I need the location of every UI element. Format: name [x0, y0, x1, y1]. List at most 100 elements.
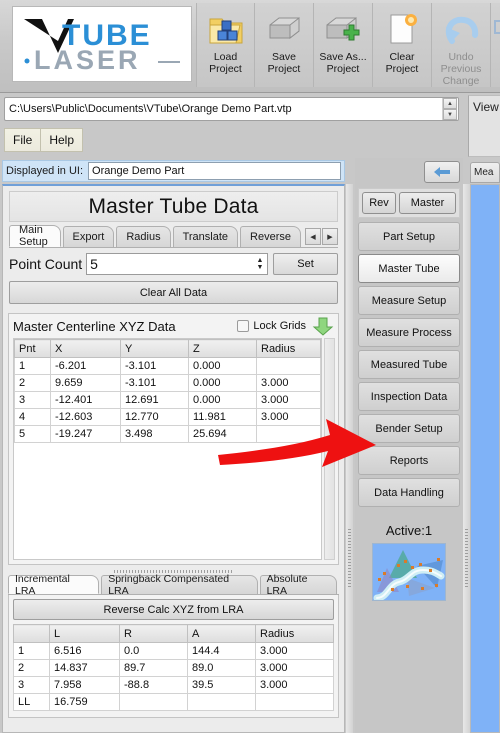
tab-scroll-left-icon[interactable]: ◀ — [305, 228, 321, 245]
cell-y[interactable]: -3.101 — [121, 375, 189, 392]
cell-a[interactable]: 144.4 — [188, 643, 256, 660]
cell-z[interactable]: 0.000 — [189, 358, 257, 375]
viewport-tab[interactable]: Mea — [470, 162, 500, 183]
path-spinner[interactable]: ▲ ▼ — [442, 98, 457, 120]
path-spin-up-icon[interactable]: ▲ — [443, 98, 457, 109]
cell-radius[interactable]: 3.000 — [256, 677, 334, 694]
master-button[interactable]: Master — [399, 192, 456, 214]
3d-viewport[interactable] — [470, 184, 500, 733]
cell-radius[interactable] — [256, 694, 334, 711]
table-row[interactable]: 3 -12.401 12.691 0.000 3.000 — [15, 392, 321, 409]
cell-l[interactable]: 14.837 — [50, 660, 120, 677]
clear-all-data-button[interactable]: Clear All Data — [9, 281, 338, 304]
cell-x[interactable]: -12.603 — [51, 409, 121, 426]
tab-radius[interactable]: Radius — [116, 226, 170, 247]
cell-a[interactable] — [188, 694, 256, 711]
toolbar-overflow-button[interactable] — [491, 3, 500, 87]
point-count-value[interactable]: 5 — [87, 256, 253, 272]
save-as-project-button[interactable]: Save As...Project — [314, 3, 373, 87]
table-row[interactable]: 2 9.659 -3.101 0.000 3.000 — [15, 375, 321, 392]
cell-pnt[interactable]: 4 — [15, 409, 51, 426]
xyz-grid[interactable]: Pnt X Y Z Radius 1 -6.201 -3.101 0.000 — [13, 338, 322, 560]
tab-reverse[interactable]: Reverse — [240, 226, 301, 247]
cell-z[interactable]: 0.000 — [189, 392, 257, 409]
table-row[interactable]: 3 7.958 -88.8 39.5 3.000 — [14, 677, 334, 694]
point-count-field[interactable]: 5 ▲ ▼ — [86, 253, 268, 275]
cell-r[interactable]: -88.8 — [120, 677, 188, 694]
cell-radius[interactable]: 3.000 — [256, 660, 334, 677]
table-row[interactable]: 1 -6.201 -3.101 0.000 — [15, 358, 321, 375]
cell-pnt[interactable]: 1 — [15, 358, 51, 375]
table-row[interactable]: 5 -19.247 3.498 25.694 — [15, 426, 321, 443]
cell-radius[interactable]: 3.000 — [256, 643, 334, 660]
cell-pnt[interactable]: 5 — [15, 426, 51, 443]
cell-l[interactable]: 7.958 — [50, 677, 120, 694]
tab-translate[interactable]: Translate — [173, 226, 238, 247]
back-button[interactable] — [424, 161, 460, 183]
cell-z[interactable]: 0.000 — [189, 375, 257, 392]
cell-l[interactable]: 6.516 — [50, 643, 120, 660]
tab-main-setup[interactable]: Main Setup — [9, 225, 61, 247]
cell-index[interactable]: LL — [14, 694, 50, 711]
undo-previous-change-button[interactable]: UndoPreviousChange — [432, 3, 491, 87]
load-project-button[interactable]: LoadProject — [196, 3, 255, 87]
xyz-grid-scrollbar[interactable] — [324, 338, 335, 560]
tab-export[interactable]: Export — [63, 226, 115, 247]
lock-grids-checkbox[interactable] — [237, 320, 249, 332]
cell-index[interactable]: 2 — [14, 660, 50, 677]
sidebar-item-measure-setup[interactable]: Measure Setup — [358, 286, 460, 315]
cell-y[interactable]: 12.770 — [121, 409, 189, 426]
cell-y[interactable]: 3.498 — [121, 426, 189, 443]
cell-l[interactable]: 16.759 — [50, 694, 120, 711]
sidebar-item-data-handling[interactable]: Data Handling — [358, 478, 460, 507]
cell-index[interactable]: 3 — [14, 677, 50, 694]
reverse-calc-xyz-button[interactable]: Reverse Calc XYZ from LRA — [13, 599, 334, 620]
rev-button[interactable]: Rev — [362, 192, 396, 214]
cell-x[interactable]: -12.401 — [51, 392, 121, 409]
path-spin-down-icon[interactable]: ▼ — [443, 109, 457, 120]
sidebar-item-measure-process[interactable]: Measure Process — [358, 318, 460, 347]
sidebar-item-measured-tube[interactable]: Measured Tube — [358, 350, 460, 379]
cell-radius[interactable]: 3.000 — [257, 409, 321, 426]
tab-incremental-lra[interactable]: Incremental LRA — [8, 575, 99, 594]
cell-z[interactable]: 25.694 — [189, 426, 257, 443]
point-count-stepper[interactable]: ▲ ▼ — [253, 254, 267, 274]
save-project-button[interactable]: SaveProject — [255, 3, 314, 87]
cell-r[interactable]: 0.0 — [120, 643, 188, 660]
tube-preview-thumbnail[interactable] — [372, 543, 446, 601]
cell-a[interactable]: 89.0 — [188, 660, 256, 677]
table-row[interactable]: 2 14.837 89.7 89.0 3.000 — [14, 660, 334, 677]
menu-item-file[interactable]: File — [4, 128, 40, 152]
table-row[interactable]: LL 16.759 — [14, 694, 334, 711]
point-count-down-icon[interactable]: ▼ — [257, 264, 264, 271]
cell-z[interactable]: 11.981 — [189, 409, 257, 426]
cell-radius[interactable]: 3.000 — [257, 392, 321, 409]
right-vertical-splitter[interactable] — [463, 184, 470, 733]
cell-pnt[interactable]: 3 — [15, 392, 51, 409]
cell-radius[interactable] — [257, 358, 321, 375]
menu-item-help[interactable]: Help — [40, 128, 83, 152]
cell-radius[interactable]: 3.000 — [257, 375, 321, 392]
point-count-up-icon[interactable]: ▲ — [257, 257, 264, 264]
sidebar-item-bender-setup[interactable]: Bender Setup — [358, 414, 460, 443]
cell-y[interactable]: -3.101 — [121, 358, 189, 375]
cell-r[interactable]: 89.7 — [120, 660, 188, 677]
left-vertical-splitter[interactable] — [346, 184, 353, 733]
cell-r[interactable] — [120, 694, 188, 711]
cell-x[interactable]: -19.247 — [51, 426, 121, 443]
cell-index[interactable]: 1 — [14, 643, 50, 660]
sidebar-item-part-setup[interactable]: Part Setup — [358, 222, 460, 251]
cell-x[interactable]: -6.201 — [51, 358, 121, 375]
cell-y[interactable]: 12.691 — [121, 392, 189, 409]
tab-springback-compensated-lra[interactable]: Springback Compensated LRA — [101, 575, 257, 594]
tab-scroll-right-icon[interactable]: ▶ — [322, 228, 338, 245]
sidebar-item-inspection-data[interactable]: Inspection Data — [358, 382, 460, 411]
cell-x[interactable]: 9.659 — [51, 375, 121, 392]
cell-a[interactable]: 39.5 — [188, 677, 256, 694]
green-down-arrow-icon[interactable] — [312, 316, 334, 336]
clear-project-button[interactable]: ClearProject — [373, 3, 432, 87]
cell-pnt[interactable]: 2 — [15, 375, 51, 392]
project-path-field[interactable]: C:\Users\Public\Documents\VTube\Orange D… — [4, 97, 459, 121]
tab-absolute-lra[interactable]: Absolute LRA — [260, 575, 337, 594]
table-row[interactable]: 4 -12.603 12.770 11.981 3.000 — [15, 409, 321, 426]
